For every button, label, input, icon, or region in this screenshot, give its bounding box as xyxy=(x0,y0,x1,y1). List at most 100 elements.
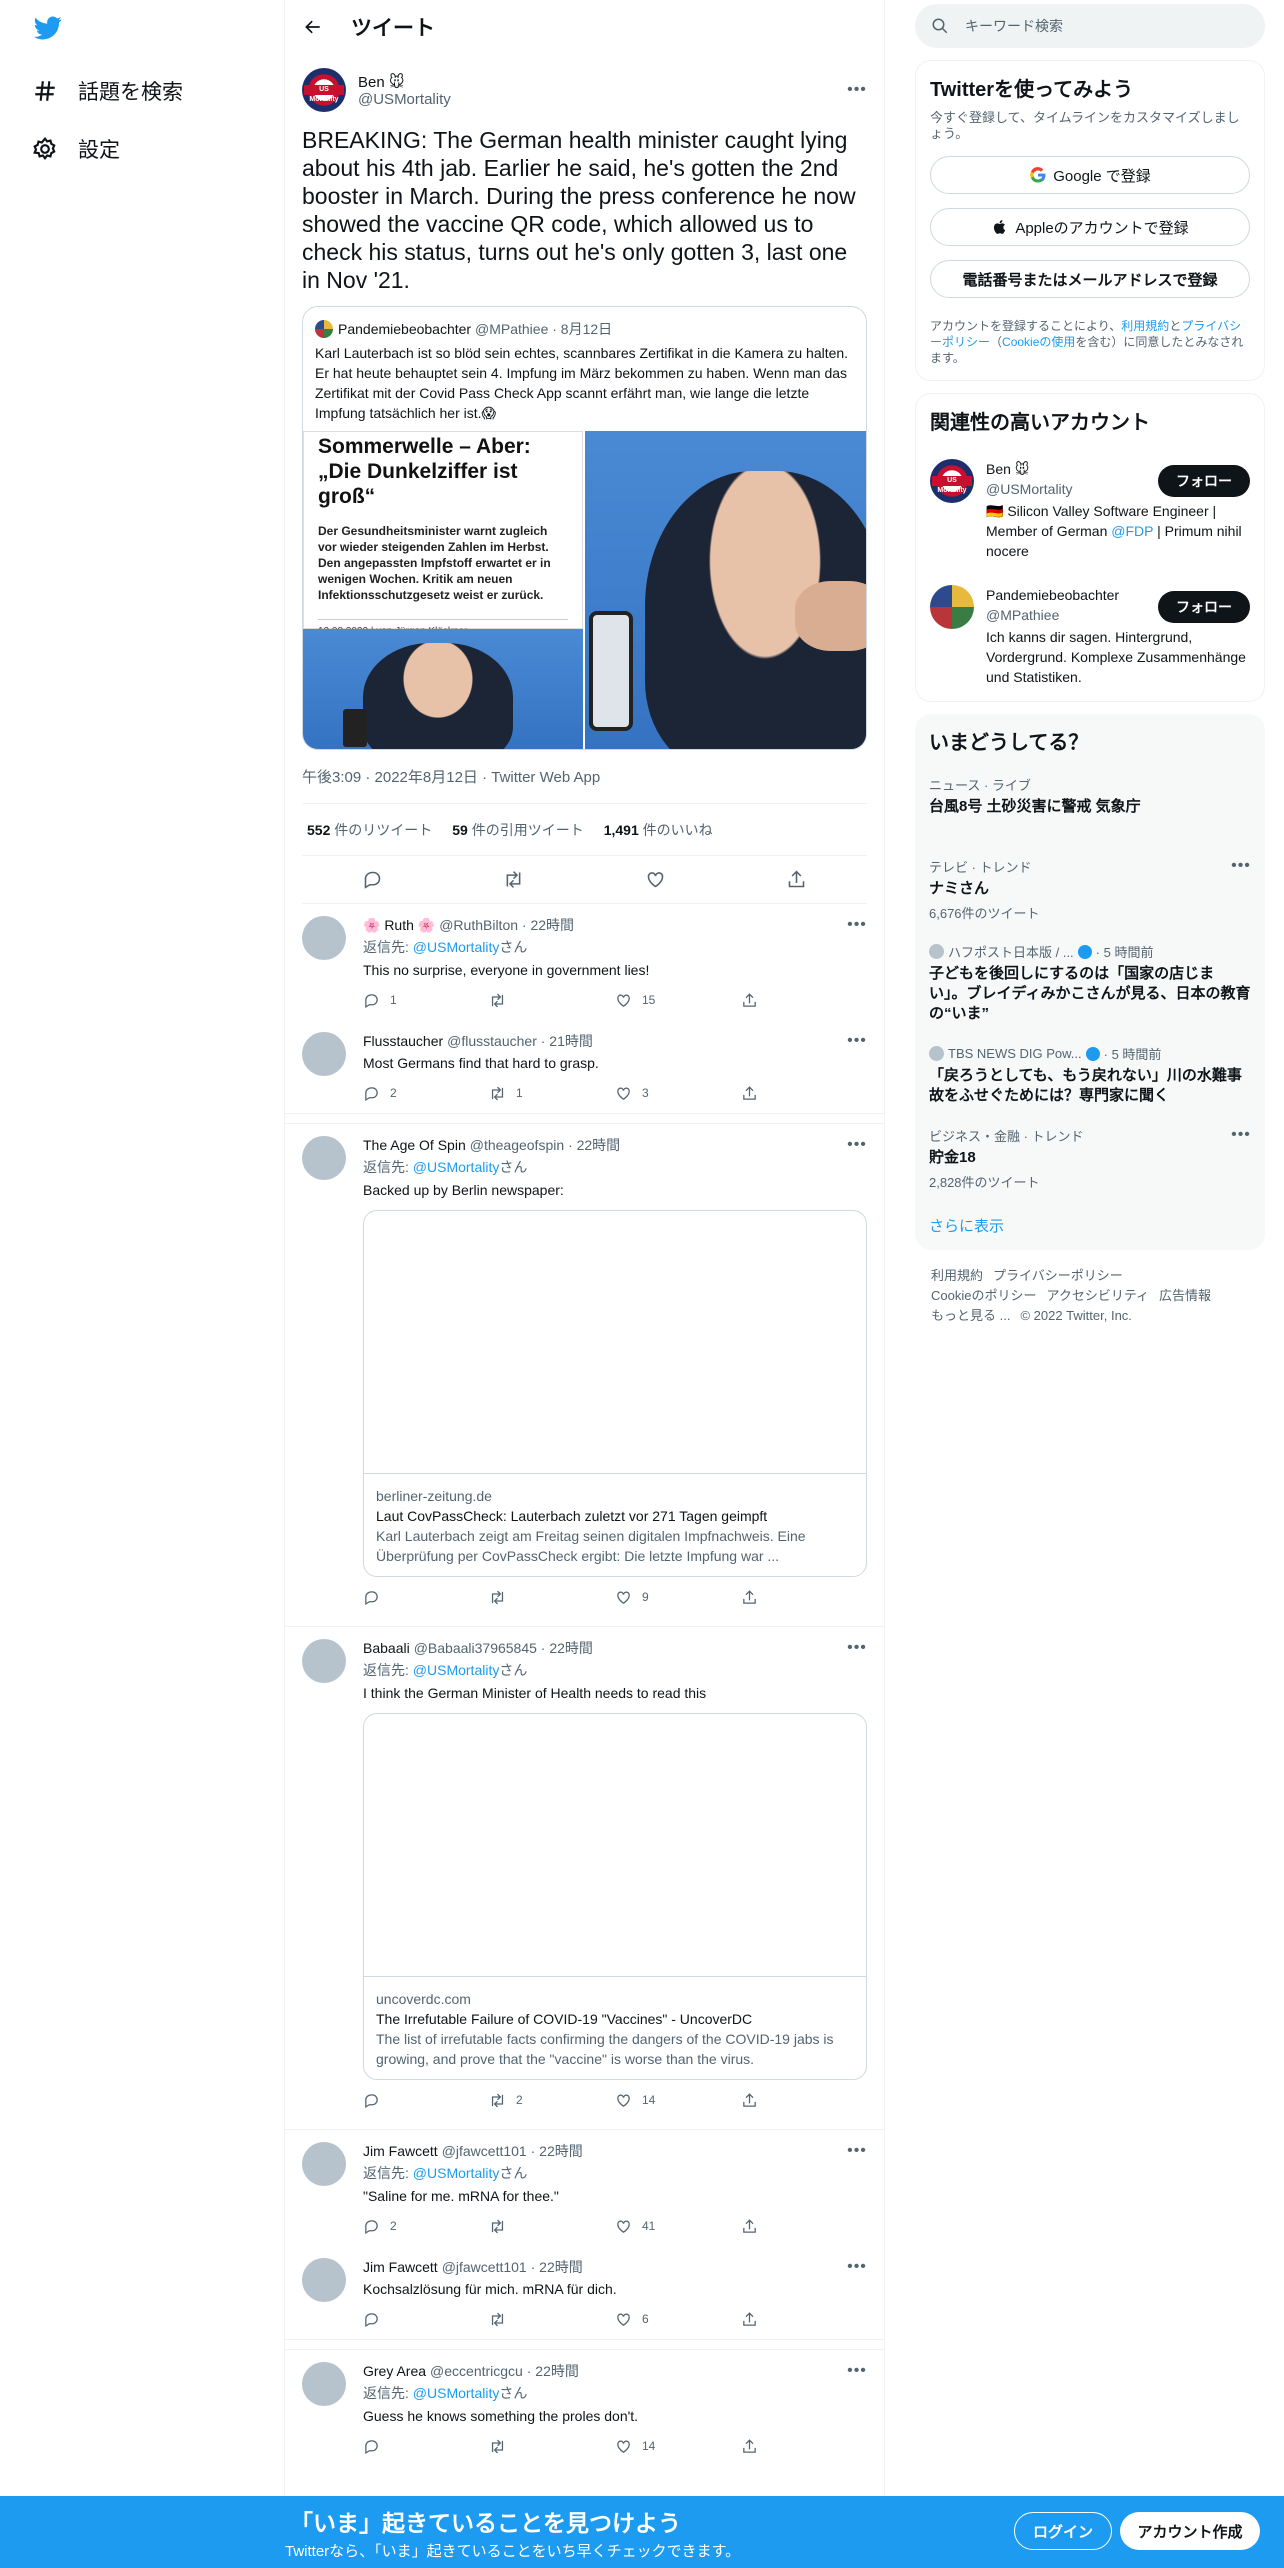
reply-author-handle[interactable]: @RuthBilton · 22時間 xyxy=(439,915,574,935)
trend-item[interactable]: TBS NEWS DIG Pow... · 5 時間前 「戻ろうとしても、もう戻れ… xyxy=(929,1044,1251,1106)
share-button[interactable] xyxy=(741,1589,867,1606)
link-card[interactable]: uncoverdc.com The Irrefutable Failure of … xyxy=(363,1713,867,2080)
reply-button[interactable]: 2 xyxy=(363,2218,489,2235)
more-options-icon[interactable]: ••• xyxy=(1231,857,1251,875)
more-options-icon[interactable]: ••• xyxy=(847,1136,867,1154)
show-more-link[interactable]: さらに表示 xyxy=(929,1215,1251,1236)
footer-accessibility[interactable]: アクセシビリティ xyxy=(1046,1288,1149,1303)
share-button[interactable] xyxy=(741,2092,867,2109)
share-icon[interactable] xyxy=(786,869,807,890)
retweet-button[interactable] xyxy=(489,1589,615,1606)
reply-author-handle[interactable]: @theageofspin · 22時間 xyxy=(470,1135,620,1155)
footer-privacy[interactable]: プライバシーポリシー xyxy=(993,1268,1123,1283)
reply-to-handle[interactable]: @USMortality xyxy=(413,2385,500,2401)
quoted-tweet[interactable]: Pandemiebeobachter @MPathiee · 8月12日 Kar… xyxy=(302,306,867,750)
more-options-icon[interactable]: ••• xyxy=(847,2258,867,2276)
author-handle[interactable]: @USMortality xyxy=(358,91,847,108)
reply-to-handle[interactable]: @USMortality xyxy=(413,1662,500,1678)
like-button[interactable]: 14 xyxy=(615,2438,741,2455)
reply-button[interactable]: 1 xyxy=(363,992,489,1009)
nav-settings[interactable]: 設定 xyxy=(32,120,284,178)
retweet-icon[interactable] xyxy=(503,869,524,890)
reply-author-name[interactable]: The Age Of Spin xyxy=(363,1137,466,1153)
signup-button[interactable]: アカウント作成 xyxy=(1120,2512,1260,2550)
retweet-button[interactable] xyxy=(489,2311,615,2328)
reply-tweet[interactable]: Jim Fawcett @jfawcett101 · 22時間 ••• 返信先: @U… xyxy=(285,2130,884,2246)
reply-tweet[interactable]: Jim Fawcett @jfawcett101 · 22時間 ••• Kochsal… xyxy=(285,2246,884,2340)
reply-tweet[interactable]: Grey Area @eccentricgcu · 22時間 ••• 返信先: @US… xyxy=(285,2350,884,2466)
retweet-button[interactable]: 2 xyxy=(489,2092,615,2109)
more-options-icon[interactable]: ••• xyxy=(847,2142,867,2160)
share-button[interactable] xyxy=(741,2218,867,2235)
trend-item[interactable]: ハフポスト日本版 / ... · 5 時間前 子どもを後回しにするのは「国家の店じ… xyxy=(929,942,1251,1024)
avatar[interactable] xyxy=(302,2258,346,2302)
quotes-stat[interactable]: 59 件の引用ツイート xyxy=(452,820,583,840)
avatar[interactable] xyxy=(302,2362,346,2406)
reply-author-handle[interactable]: @Babaali37965845 · 22時間 xyxy=(414,1638,593,1658)
like-button[interactable]: 14 xyxy=(615,2092,741,2109)
reply-author-name[interactable]: Flusstaucher xyxy=(363,1033,443,1049)
trend-item[interactable]: ビジネス・金融 · トレンド 貯金18 2,828件のツイート ••• xyxy=(929,1126,1251,1191)
google-signup-button[interactable]: Google で登録 xyxy=(930,156,1250,194)
reply-tweet[interactable]: The Age Of Spin @theageofspin · 22時間 ••• 返信… xyxy=(285,1124,884,1617)
follow-button[interactable]: フォロー xyxy=(1158,465,1250,497)
reply-button[interactable] xyxy=(363,1589,489,1606)
login-button[interactable]: ログイン xyxy=(1014,2512,1112,2550)
reply-icon[interactable] xyxy=(362,869,383,890)
reply-to-handle[interactable]: @USMortality xyxy=(413,2165,500,2181)
retweet-button[interactable] xyxy=(489,992,615,1009)
likes-stat[interactable]: 1,491 件のいいね xyxy=(604,820,713,840)
reply-author-name[interactable]: Jim Fawcett xyxy=(363,2143,438,2159)
link-card[interactable]: berliner-zeitung.de Laut CovPassCheck: La… xyxy=(363,1210,867,1577)
footer-ads[interactable]: 広告情報 xyxy=(1159,1288,1211,1303)
avatar[interactable] xyxy=(302,2142,346,2186)
terms-link[interactable]: 利用規約 xyxy=(1121,319,1169,333)
more-options-icon[interactable]: ••• xyxy=(847,916,867,934)
related-account[interactable]: Pandemiebeobachter @MPathiee Ich kanns d… xyxy=(930,585,1250,687)
reply-to-handle[interactable]: @USMortality xyxy=(413,1159,500,1175)
nav-explore[interactable]: 話題を検索 xyxy=(32,62,284,120)
avatar[interactable]: US Mortality xyxy=(302,68,346,112)
reply-to-handle[interactable]: @USMortality xyxy=(413,939,500,955)
reply-button[interactable] xyxy=(363,2311,489,2328)
reply-button[interactable] xyxy=(363,2092,489,2109)
reply-tweet[interactable]: Flusstaucher @flusstaucher · 21時間 ••• Most … xyxy=(285,1020,884,1114)
trend-item[interactable]: ニュース · ライブ 台風8号 土砂災害に警戒 気象庁 xyxy=(929,775,1251,817)
retweets-stat[interactable]: 552 件のリツイート xyxy=(307,820,432,840)
avatar[interactable] xyxy=(302,1032,346,1076)
reply-author-name[interactable]: Grey Area xyxy=(363,2363,426,2379)
reply-author-name[interactable]: 🌸 Ruth 🌸 xyxy=(363,917,435,934)
share-button[interactable] xyxy=(741,992,867,1009)
reply-author-handle[interactable]: @eccentricgcu · 22時間 xyxy=(430,2361,579,2381)
apple-signup-button[interactable]: Appleのアカウントで登録 xyxy=(930,208,1250,246)
like-icon[interactable] xyxy=(645,869,666,890)
like-button[interactable]: 3 xyxy=(615,1085,741,1102)
avatar[interactable] xyxy=(302,916,346,960)
more-options-icon[interactable]: ••• xyxy=(1231,1126,1251,1144)
like-button[interactable]: 6 xyxy=(615,2311,741,2328)
like-button[interactable]: 41 xyxy=(615,2218,741,2235)
avatar[interactable] xyxy=(302,1136,346,1180)
more-options-icon[interactable]: ••• xyxy=(847,1639,867,1657)
share-button[interactable] xyxy=(741,1085,867,1102)
more-options-icon[interactable]: ••• xyxy=(847,81,867,99)
trend-item[interactable]: テレビ · トレンド ナミさん 6,676件のツイート ••• xyxy=(929,857,1251,922)
reply-author-handle[interactable]: @jfawcett101 · 22時間 xyxy=(442,2141,583,2161)
more-options-icon[interactable]: ••• xyxy=(847,2362,867,2380)
twitter-logo-icon[interactable] xyxy=(32,14,64,42)
author-name[interactable]: Ben 🐭 xyxy=(358,73,847,91)
more-options-icon[interactable]: ••• xyxy=(847,1032,867,1050)
reply-tweet[interactable]: 🌸 Ruth 🌸 @RuthBilton · 22時間 ••• 返信先: @USMor… xyxy=(285,904,884,1020)
footer-more[interactable]: もっと見る ... xyxy=(931,1308,1010,1323)
retweet-button[interactable]: 1 xyxy=(489,1085,615,1102)
reply-tweet[interactable]: Babaali @Babaali37965845 · 22時間 ••• 返信先: @U… xyxy=(285,1627,884,2120)
back-arrow-icon[interactable] xyxy=(303,17,323,37)
cookie-link[interactable]: Cookieの使用 xyxy=(1002,335,1075,349)
phone-signup-button[interactable]: 電話番号またはメールアドレスで登録 xyxy=(930,260,1250,298)
reply-author-name[interactable]: Jim Fawcett xyxy=(363,2259,438,2275)
retweet-button[interactable] xyxy=(489,2438,615,2455)
follow-button[interactable]: フォロー xyxy=(1158,591,1250,623)
like-button[interactable]: 15 xyxy=(615,992,741,1009)
reply-button[interactable]: 2 xyxy=(363,1085,489,1102)
reply-author-handle[interactable]: @jfawcett101 · 22時間 xyxy=(442,2257,583,2277)
